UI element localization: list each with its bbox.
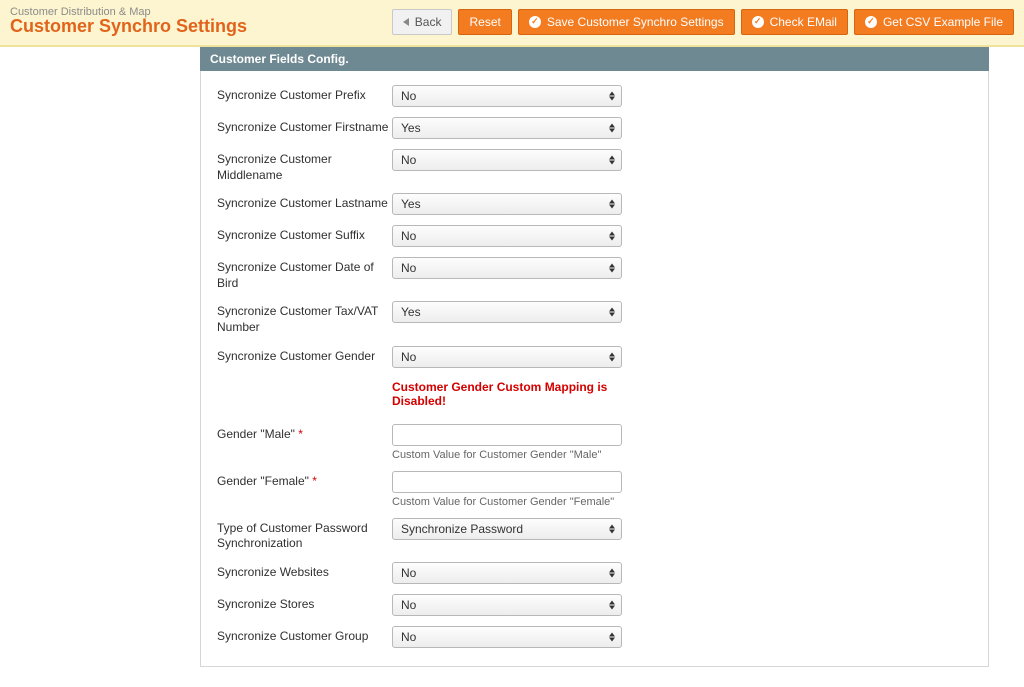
title-block: Customer Distribution & Map Customer Syn… [10,6,247,37]
header-buttons: Back Reset ✓ Save Customer Synchro Setti… [392,9,1014,35]
select-group-value: No [401,630,416,644]
row-dob: Syncronize Customer Date of Bird No [217,257,972,291]
reset-button-label: Reset [469,15,500,29]
chevron-updown-icon [609,632,615,641]
select-middlename[interactable]: No [392,149,622,171]
chevron-updown-icon [609,308,615,317]
label-gender: Syncronize Customer Gender [217,346,392,365]
back-button[interactable]: Back [392,9,453,35]
row-gender-warning: Customer Gender Custom Mapping is Disabl… [217,378,972,414]
back-button-label: Back [415,15,442,29]
select-lastname[interactable]: Yes [392,193,622,215]
select-dob[interactable]: No [392,257,622,279]
row-prefix: Syncronize Customer Prefix No [217,85,972,107]
label-gender-male-text: Gender "Male" [217,427,295,441]
select-pwsync[interactable]: Synchronize Password [392,518,622,540]
select-taxvat-value: Yes [401,305,421,319]
page-header: Customer Distribution & Map Customer Syn… [0,0,1024,47]
select-firstname-value: Yes [401,121,421,135]
label-group: Syncronize Customer Group [217,626,392,645]
label-suffix: Syncronize Customer Suffix [217,225,392,244]
select-websites[interactable]: No [392,562,622,584]
select-middlename-value: No [401,153,416,167]
select-stores-value: No [401,598,416,612]
row-gender: Syncronize Customer Gender No [217,346,972,368]
label-stores: Syncronize Stores [217,594,392,613]
input-gender-male[interactable] [392,424,622,446]
select-gender-value: No [401,350,416,364]
label-websites: Syncronize Websites [217,562,392,581]
row-middlename: Syncronize Customer Middlename No [217,149,972,183]
row-stores: Syncronize Stores No [217,594,972,616]
check-email-button[interactable]: ✓ Check EMail [741,9,848,35]
select-prefix[interactable]: No [392,85,622,107]
select-suffix-value: No [401,229,416,243]
chevron-updown-icon [609,200,615,209]
check-circle-icon: ✓ [865,16,877,28]
chevron-updown-icon [609,264,615,273]
label-gender-female: Gender "Female" * [217,471,392,490]
hint-gender-male: Custom Value for Customer Gender "Male" [392,449,622,461]
select-taxvat[interactable]: Yes [392,301,622,323]
chevron-updown-icon [609,124,615,133]
label-lastname: Syncronize Customer Lastname [217,193,392,212]
required-marker: * [298,427,303,441]
row-suffix: Syncronize Customer Suffix No [217,225,972,247]
row-gender-male: Gender "Male" * Custom Value for Custome… [217,424,972,461]
hint-gender-female: Custom Value for Customer Gender "Female… [392,496,622,508]
save-button[interactable]: ✓ Save Customer Synchro Settings [518,9,735,35]
chevron-updown-icon [609,600,615,609]
select-prefix-value: No [401,89,416,103]
arrow-left-icon [403,18,409,26]
row-firstname: Syncronize Customer Firstname Yes [217,117,972,139]
select-group[interactable]: No [392,626,622,648]
form-area: Syncronize Customer Prefix No Syncronize… [200,71,989,667]
chevron-updown-icon [609,156,615,165]
row-taxvat: Syncronize Customer Tax/VAT Number Yes [217,301,972,335]
select-stores[interactable]: No [392,594,622,616]
select-lastname-value: Yes [401,197,421,211]
select-gender[interactable]: No [392,346,622,368]
chevron-updown-icon [609,524,615,533]
label-gender-male: Gender "Male" * [217,424,392,443]
section-header: Customer Fields Config. [200,47,989,71]
main-column: Customer Fields Config. Syncronize Custo… [200,47,1024,687]
row-gender-female: Gender "Female" * Custom Value for Custo… [217,471,972,508]
label-prefix: Syncronize Customer Prefix [217,85,392,104]
label-taxvat: Syncronize Customer Tax/VAT Number [217,301,392,335]
gender-warning: Customer Gender Custom Mapping is Disabl… [392,378,622,414]
check-circle-icon: ✓ [529,16,541,28]
row-group: Syncronize Customer Group No [217,626,972,648]
chevron-updown-icon [609,92,615,101]
select-firstname[interactable]: Yes [392,117,622,139]
required-marker: * [312,474,317,488]
reset-button[interactable]: Reset [458,9,511,35]
label-middlename: Syncronize Customer Middlename [217,149,392,183]
chevron-updown-icon [609,232,615,241]
chevron-updown-icon [609,352,615,361]
select-pwsync-value: Synchronize Password [401,522,523,536]
save-button-label: Save Customer Synchro Settings [547,15,724,29]
row-pwsync: Type of Customer Password Synchronizatio… [217,518,972,552]
get-csv-button-label: Get CSV Example File [883,15,1003,29]
select-websites-value: No [401,566,416,580]
get-csv-button[interactable]: ✓ Get CSV Example File [854,9,1014,35]
row-websites: Syncronize Websites No [217,562,972,584]
label-firstname: Syncronize Customer Firstname [217,117,392,136]
page-title: Customer Synchro Settings [10,16,247,37]
row-lastname: Syncronize Customer Lastname Yes [217,193,972,215]
label-gender-female-text: Gender "Female" [217,474,309,488]
label-pwsync: Type of Customer Password Synchronizatio… [217,518,392,552]
check-email-button-label: Check EMail [770,15,837,29]
left-column [0,47,200,687]
check-circle-icon: ✓ [752,16,764,28]
select-dob-value: No [401,261,416,275]
label-dob: Syncronize Customer Date of Bird [217,257,392,291]
chevron-updown-icon [609,568,615,577]
select-suffix[interactable]: No [392,225,622,247]
input-gender-female[interactable] [392,471,622,493]
